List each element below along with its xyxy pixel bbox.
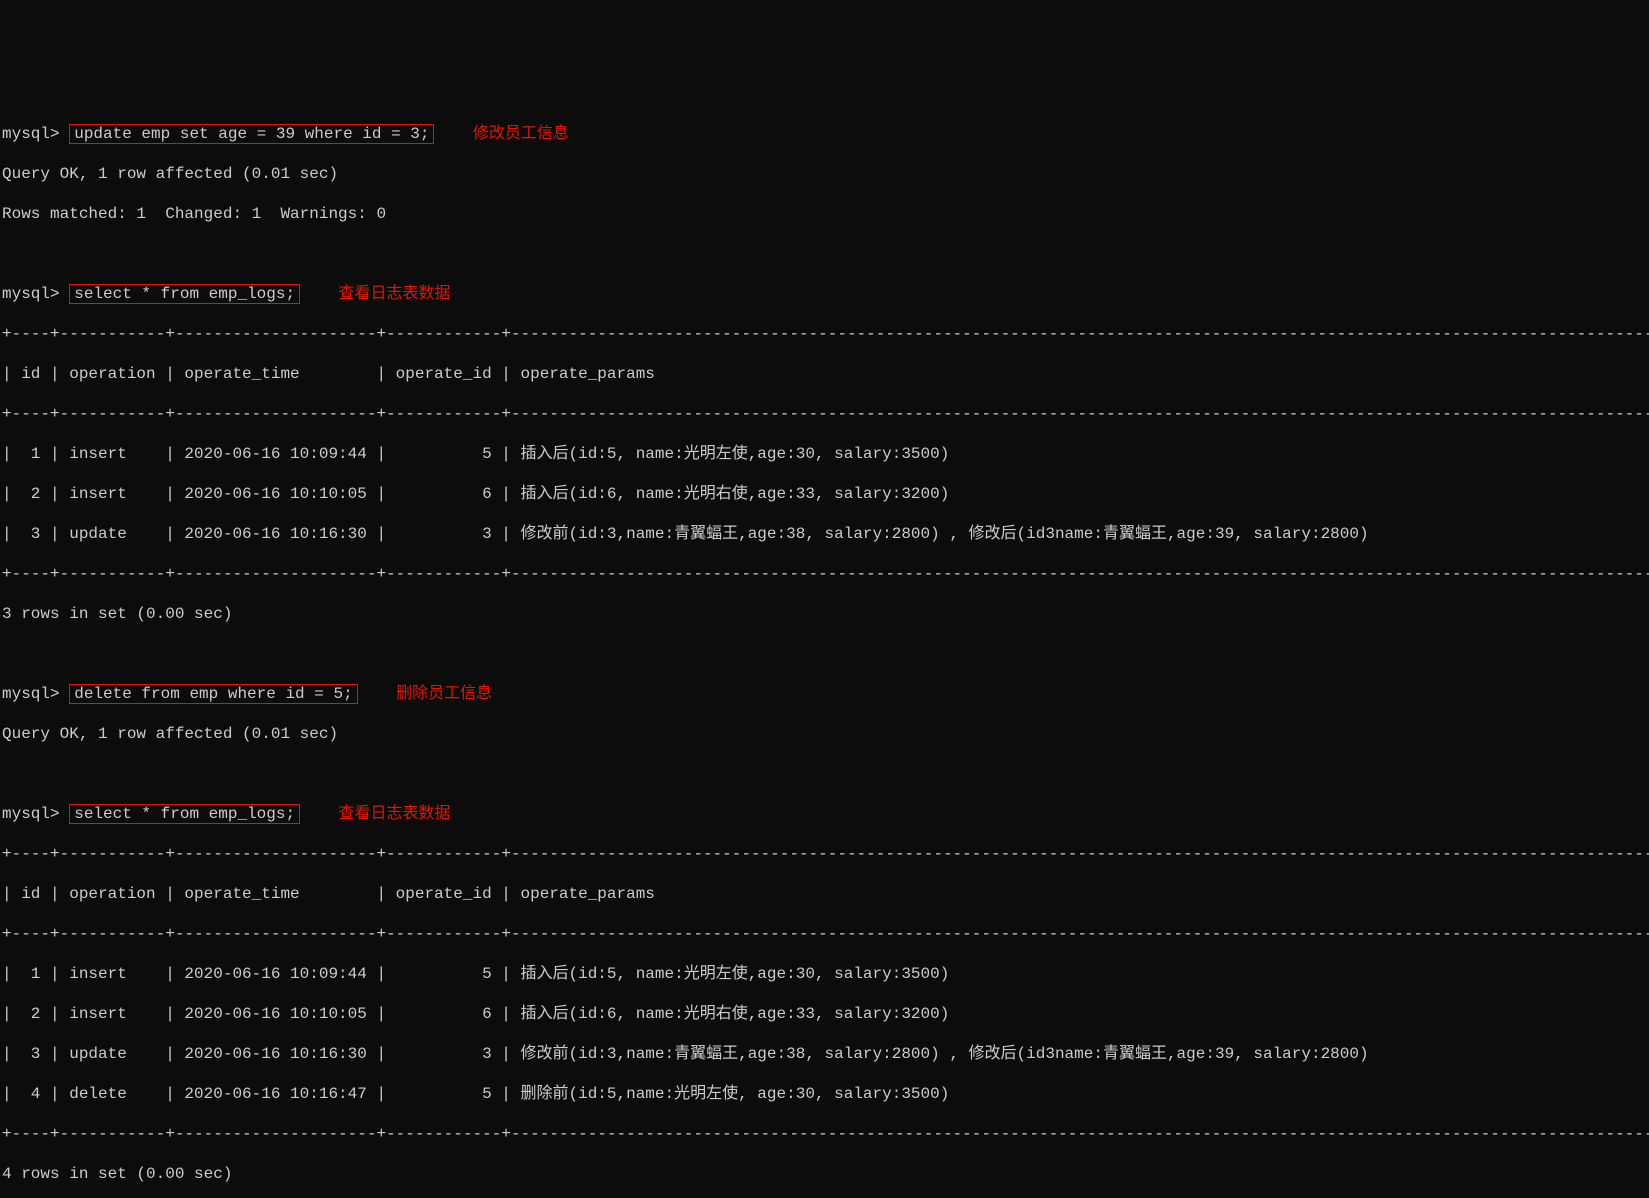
sql-select-cmd: select * from emp_logs; <box>69 804 300 824</box>
rows-in-set: 4 rows in set (0.00 sec) <box>2 1164 1649 1184</box>
mysql-prompt: mysql> <box>2 805 60 823</box>
rows-in-set: 3 rows in set (0.00 sec) <box>2 604 1649 624</box>
table-separator: +----+-----------+---------------------+… <box>2 324 1649 344</box>
annotation-select: 查看日志表数据 <box>338 284 450 304</box>
query-result: Query OK, 1 row affected (0.01 sec) <box>2 164 1649 184</box>
sql-select-cmd: select * from emp_logs; <box>69 284 300 304</box>
table-row: | 1 | insert | 2020-06-16 10:09:44 | 5 |… <box>2 964 1649 984</box>
query-result: Query OK, 1 row affected (0.01 sec) <box>2 724 1649 744</box>
table-row: | 3 | update | 2020-06-16 10:16:30 | 3 |… <box>2 524 1649 544</box>
table-header: | id | operation | operate_time | operat… <box>2 364 1649 384</box>
table-separator: +----+-----------+---------------------+… <box>2 1124 1649 1144</box>
table-row: | 2 | insert | 2020-06-16 10:10:05 | 6 |… <box>2 1004 1649 1024</box>
table-separator: +----+-----------+---------------------+… <box>2 404 1649 424</box>
table-row: | 2 | insert | 2020-06-16 10:10:05 | 6 |… <box>2 484 1649 504</box>
mysql-prompt: mysql> <box>2 125 60 143</box>
table-row: | 3 | update | 2020-06-16 10:16:30 | 3 |… <box>2 1044 1649 1064</box>
table-separator: +----+-----------+---------------------+… <box>2 844 1649 864</box>
table-header: | id | operation | operate_time | operat… <box>2 884 1649 904</box>
table-row: | 1 | insert | 2020-06-16 10:09:44 | 5 |… <box>2 444 1649 464</box>
mysql-prompt: mysql> <box>2 685 60 703</box>
table-separator: +----+-----------+---------------------+… <box>2 924 1649 944</box>
annotation-select: 查看日志表数据 <box>338 804 450 824</box>
annotation-delete: 删除员工信息 <box>396 684 492 704</box>
mysql-prompt: mysql> <box>2 285 60 303</box>
terminal-output: mysql> update emp set age = 39 where id … <box>0 100 1649 1198</box>
annotation-update: 修改员工信息 <box>473 124 569 144</box>
sql-update-cmd: update emp set age = 39 where id = 3; <box>69 124 434 144</box>
table-row: | 4 | delete | 2020-06-16 10:16:47 | 5 |… <box>2 1084 1649 1104</box>
table-separator: +----+-----------+---------------------+… <box>2 564 1649 584</box>
sql-delete-cmd: delete from emp where id = 5; <box>69 684 357 704</box>
query-result: Rows matched: 1 Changed: 1 Warnings: 0 <box>2 204 1649 224</box>
